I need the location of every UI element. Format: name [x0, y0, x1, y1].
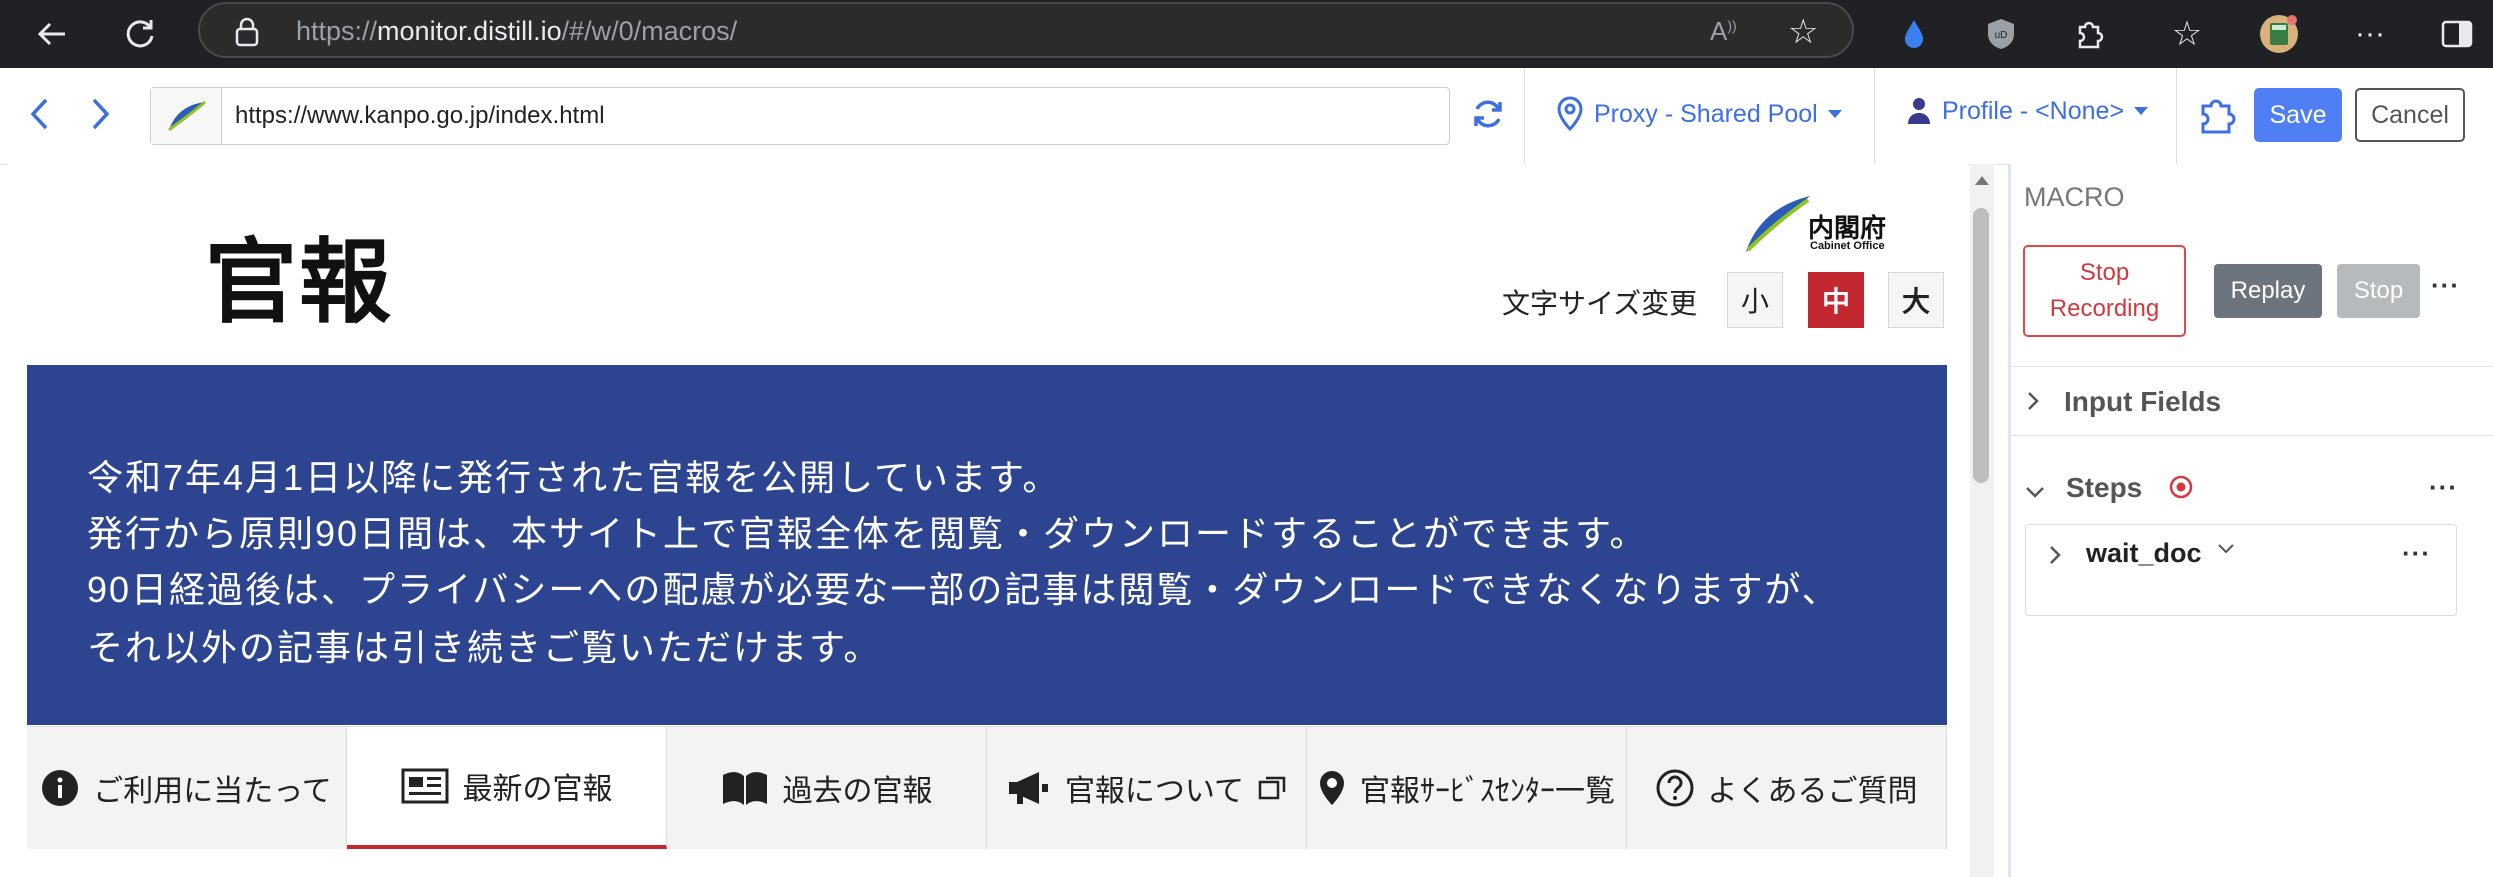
proxy-label: Proxy - Shared Pool — [1594, 99, 1818, 128]
url-prefix: https:// — [296, 16, 378, 46]
ublock-icon[interactable]: uD — [1977, 10, 2025, 58]
map-pin-icon — [1320, 771, 1344, 805]
nav-label: 官報ｻｰﾋﾞｽｾﾝﾀｰ一覧 — [1360, 775, 1615, 808]
url-text[interactable]: https://monitor.distill.io/#/w/0/macros/ — [296, 16, 737, 47]
site-nav: ご利用に当たって 最新の官報 過去の官報 官報について 官報ｻｰﾋﾞｽｾﾝﾀｰ一… — [27, 726, 1947, 849]
address-bar[interactable]: https://monitor.distill.io/#/w/0/macros/… — [198, 2, 1854, 58]
cabinet-office-logo[interactable]: 内閣府 Cabinet Office — [1742, 192, 1892, 256]
chevron-right-icon[interactable] — [2048, 544, 2062, 573]
calculator-extension-icon[interactable] — [2255, 10, 2303, 58]
distill-leaf-icon — [151, 88, 222, 144]
banner-line: 発行から原則90日間は、本サイト上で官報全体を閲覧・ダウンロードすることができま… — [87, 513, 1648, 554]
recording-indicator-icon — [2168, 474, 2194, 505]
lock-icon[interactable] — [234, 17, 260, 52]
banner-line: 90日経過後は、プライバシーへの配慮が必要な一部の記事は閲覧・ダウンロードできな… — [87, 569, 1840, 610]
banner-line: 令和7年4月1日以降に発行された官報を公開しています。 — [87, 457, 1061, 498]
frame-url-text[interactable]: https://www.kanpo.go.jp/index.html — [235, 102, 605, 130]
stop-button[interactable]: Stop — [2337, 264, 2420, 318]
sidebar-icon[interactable] — [2433, 10, 2481, 58]
font-size-medium-button[interactable]: 中 — [1808, 272, 1864, 328]
chevron-down-icon — [1827, 110, 1842, 118]
scroll-up-icon[interactable] — [1975, 176, 1989, 185]
profile-label: Profile - <None> — [1942, 96, 2125, 125]
kanpo-logo[interactable]: 官報 — [205, 208, 393, 341]
nav-label: 官報について — [1064, 775, 1245, 808]
question-icon — [1656, 769, 1693, 807]
extensions-icon[interactable] — [2065, 10, 2113, 58]
browser-toolbar: https://monitor.distill.io/#/w/0/macros/… — [0, 0, 2493, 68]
svg-text:uD: uD — [1995, 30, 2008, 41]
steps-more-icon[interactable]: ··· — [2429, 472, 2458, 503]
chevron-down-icon[interactable] — [2216, 540, 2236, 561]
input-fields-header[interactable]: Input Fields — [2064, 386, 2221, 418]
read-aloud-icon[interactable]: A)) — [1710, 16, 1737, 47]
megaphone-icon — [1008, 772, 1048, 804]
font-size-small-button[interactable]: 小 — [1727, 272, 1783, 328]
banner-line: それ以外の記事は引き続きご覧いただけます。 — [87, 627, 882, 668]
favorites-icon[interactable]: ☆ — [2163, 10, 2211, 58]
steps-header[interactable]: Steps — [2066, 472, 2142, 504]
nav-item-latest[interactable]: 最新の官報 — [347, 727, 667, 849]
nav-label: 最新の官報 — [462, 773, 613, 806]
panel-divider — [2011, 366, 2493, 367]
toolbar-divider — [2176, 68, 2177, 164]
replay-button[interactable]: Replay — [2214, 264, 2322, 318]
macro-title: MACRO — [2024, 182, 2125, 212]
map-pin-icon — [1557, 96, 1583, 132]
frame-url-field[interactable]: https://www.kanpo.go.jp/index.html — [150, 87, 1450, 145]
proxy-dropdown[interactable]: Proxy - Shared Pool — [1556, 96, 1842, 132]
font-size-large-button[interactable]: 大 — [1888, 272, 1944, 328]
nav-forward-icon[interactable] — [88, 96, 112, 137]
more-icon[interactable]: ··· — [2346, 10, 2394, 58]
nav-item-service-centers[interactable]: 官報ｻｰﾋﾞｽｾﾝﾀｰ一覧 — [1307, 727, 1627, 849]
nav-label: 過去の官報 — [782, 775, 933, 808]
nav-label: よくあるご質問 — [1707, 775, 1918, 808]
info-icon — [42, 770, 79, 806]
newspaper-icon — [401, 768, 448, 804]
chevron-right-icon[interactable] — [2026, 390, 2040, 419]
nav-back-icon[interactable] — [28, 96, 52, 137]
nav-label: ご利用に当たって — [93, 775, 332, 808]
toolbar-divider — [1524, 68, 1525, 164]
panel-divider — [2011, 435, 2493, 436]
url-host: monitor.distill.io — [377, 16, 562, 46]
chevron-down-icon — [2134, 107, 2149, 115]
step-more-icon[interactable]: ··· — [2402, 538, 2431, 569]
reload-icon[interactable] — [116, 10, 164, 58]
drop-extension-icon[interactable] — [1890, 10, 1938, 58]
chevron-down-icon[interactable] — [2024, 478, 2046, 506]
scroll-thumb[interactable] — [1973, 208, 1989, 483]
external-window-icon — [1258, 776, 1286, 800]
stop-recording-line2: Recording — [2049, 295, 2160, 322]
favorite-icon[interactable]: ☆ — [1788, 12, 1818, 52]
puzzle-icon[interactable] — [2195, 94, 2239, 143]
profile-dropdown[interactable]: Profile - <None> — [1906, 96, 2149, 126]
cancel-button[interactable]: Cancel — [2355, 88, 2465, 142]
nav-item-about[interactable]: 官報について — [987, 727, 1307, 849]
toolbar-divider — [1874, 68, 1875, 164]
url-path: /#/w/0/macros/ — [561, 16, 738, 46]
book-icon — [722, 772, 767, 805]
nav-item-past[interactable]: 過去の官報 — [667, 727, 987, 849]
user-icon — [1908, 98, 1930, 124]
notice-banner: 令和7年4月1日以降に発行された官報を公開しています。 発行から原則90日間は、… — [27, 365, 1947, 725]
nav-item-usage[interactable]: ご利用に当たって — [27, 727, 347, 849]
back-icon[interactable] — [28, 10, 76, 58]
cabinet-sub: Cabinet Office — [1810, 240, 1885, 252]
nav-item-faq[interactable]: よくあるご質問 — [1627, 727, 1947, 849]
save-button[interactable]: Save — [2254, 88, 2342, 142]
refresh-icon[interactable] — [1470, 96, 1506, 137]
font-size-label: 文字サイズ変更 — [1502, 288, 1698, 319]
macro-more-icon[interactable]: ··· — [2431, 270, 2460, 301]
stop-recording-line1: Stop — [2079, 259, 2130, 286]
step-name[interactable]: wait_doc — [2086, 538, 2202, 569]
stop-recording-button[interactable]: Stop Recording — [2023, 245, 2186, 337]
